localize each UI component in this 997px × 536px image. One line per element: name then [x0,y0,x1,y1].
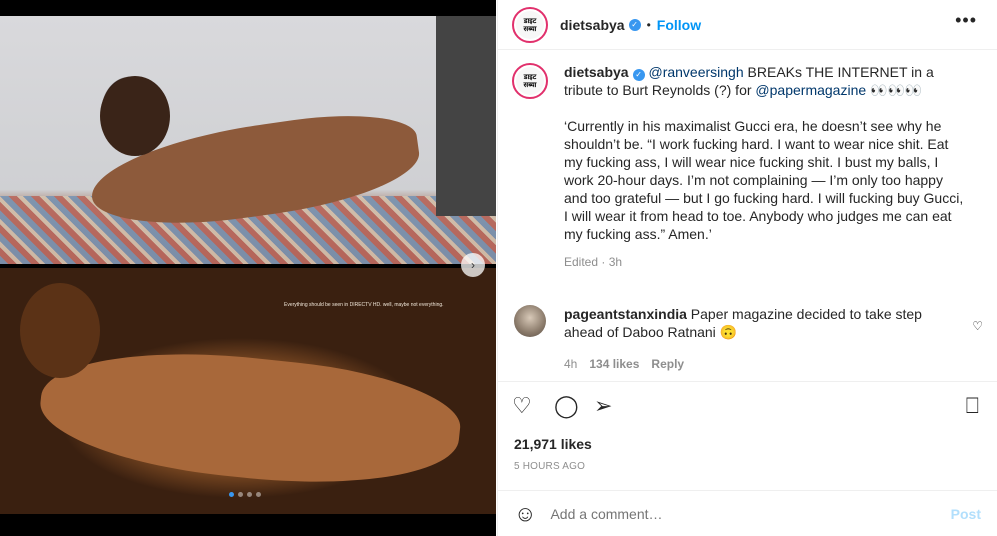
caption-meta: Edited · 3h [564,255,623,269]
chevron-right-icon: › [471,258,475,272]
separator: • [646,17,651,32]
post-caption: डाइट सब्या dietsabya ✓ @ranveersingh BREA… [498,51,997,271]
eyes-emoji: 👀👀👀 [866,82,923,98]
comments-section[interactable]: डाइट सब्या dietsabya ✓ @ranveersingh BREA… [498,51,997,381]
carousel-dot-4 [256,492,261,497]
emoji-icon[interactable]: ☺ [514,501,536,527]
avatar-text-top: डाइट [523,73,537,81]
carousel-next-button[interactable]: › [461,253,485,277]
avatar-text-top: डाइट [523,16,537,25]
photo-burt-reynolds: Everything should be seen in DIRECTV HD.… [0,268,496,514]
caption-username[interactable]: dietsabya [564,64,629,80]
photo-ranveer [0,16,496,264]
post-time: 5 HOURS AGO [514,461,586,472]
mention-ranveersingh[interactable]: @ranveersingh [648,64,743,80]
avatar-text-bottom: सब्या [523,81,537,89]
action-bar: ♡ ◯ ➢ ⎕ [498,381,997,431]
follow-button[interactable]: Follow [657,17,701,33]
post-panel: डाइट सब्या dietsabya ✓ • Follow ••• डाइट… [497,0,997,536]
comment-likes[interactable]: 134 likes [589,355,639,373]
comment-time: 4h [564,357,578,371]
avatar[interactable]: डाइट सब्या [512,6,548,43]
verified-badge-icon: ✓ [628,18,641,31]
post-media: Everything should be seen in DIRECTV HD.… [0,0,496,536]
reply-button[interactable]: Reply [651,355,684,373]
comment-icon[interactable]: ◯ [554,394,579,418]
comment-input[interactable] [550,505,911,522]
like-icon[interactable]: ♡ [512,394,532,418]
mention-papermagazine[interactable]: @papermagazine [755,82,866,98]
verified-badge-icon: ✓ [632,69,645,81]
carousel-dots [229,492,261,497]
username-link[interactable]: dietsabya [560,17,625,33]
carousel-dot-1 [229,492,234,497]
post-header: डाइट सब्या dietsabya ✓ • Follow ••• [498,0,997,50]
add-comment-bar: ☺ Post [498,490,997,536]
commenter-avatar[interactable] [514,305,546,337]
post-comment-button[interactable]: Post [951,506,981,522]
likes-count[interactable]: 21,971 likes [514,436,592,452]
commenter-username[interactable]: pageantstanxindia [564,306,687,322]
share-icon[interactable]: ➢ [594,394,612,418]
carousel-dot-3 [247,492,252,497]
caption-quote: ‘Currently in his maximalist Gucci era, … [564,118,964,242]
avatar-text-bottom: सब्या [523,24,537,33]
comment-like-icon[interactable]: ♡ [972,319,983,333]
carousel-dot-2 [238,492,243,497]
bookmark-icon[interactable]: ⎕ [966,394,979,418]
caption-avatar[interactable]: डाइट सब्या [512,63,548,99]
more-options-icon[interactable]: ••• [955,10,977,31]
comment-item: pageantstanxindia Paper magazine decided… [498,271,997,373]
photo-caption-text: Everything should be seen in DIRECTV HD.… [284,302,444,308]
